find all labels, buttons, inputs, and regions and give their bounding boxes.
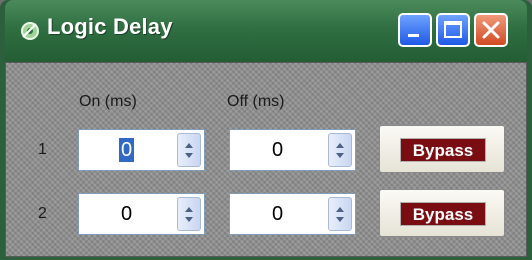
title-bar[interactable]: Logic Delay: [5, 0, 527, 62]
off-delay-input-1[interactable]: 0: [230, 130, 325, 170]
close-button[interactable]: [474, 13, 508, 47]
maximize-button[interactable]: [436, 13, 470, 47]
off-delay-spinbox-2[interactable]: 0: [229, 193, 356, 235]
row-label-2: 2: [38, 205, 47, 222]
off-delay-input-2[interactable]: 0: [230, 194, 325, 234]
down-arrow-icon: [185, 217, 193, 222]
on-delay-spinbox-2[interactable]: 0: [78, 193, 205, 235]
down-arrow-icon: [336, 153, 344, 158]
up-arrow-icon: [185, 207, 193, 212]
up-arrow-icon: [185, 143, 193, 148]
on-ms-header: On (ms): [79, 93, 137, 110]
minimize-button[interactable]: [398, 13, 432, 47]
off-ms-header: Off (ms): [227, 93, 285, 110]
dialog-body: On (ms) Off (ms) 1 0 0 Bypass 2 0 0 Bypa…: [5, 62, 527, 257]
gear-icon[interactable]: [19, 20, 41, 42]
close-icon: [482, 21, 500, 39]
down-arrow-icon: [185, 153, 193, 158]
up-arrow-icon: [336, 143, 344, 148]
maximize-icon: [444, 21, 462, 38]
bypass-button-2[interactable]: Bypass: [379, 189, 505, 237]
on-delay-input-2[interactable]: 0: [79, 194, 174, 234]
spin-up-down-button[interactable]: [328, 133, 352, 167]
off-delay-spinbox-1[interactable]: 0: [229, 129, 356, 171]
row-label-1: 1: [38, 141, 47, 158]
spin-up-down-button[interactable]: [328, 197, 352, 231]
on-delay-spinbox-1[interactable]: 0: [78, 129, 205, 171]
on-delay-input-1[interactable]: 0: [79, 130, 174, 170]
window-title: Logic Delay: [47, 14, 173, 39]
spin-up-down-button[interactable]: [177, 133, 201, 167]
bypass-label-2: Bypass: [400, 202, 486, 226]
minimize-icon: [408, 34, 419, 37]
logic-delay-window: Logic Delay On (ms) Off (ms) 1 0 0 Bypas…: [0, 0, 532, 260]
bypass-label-1: Bypass: [400, 138, 486, 162]
up-arrow-icon: [336, 207, 344, 212]
down-arrow-icon: [336, 217, 344, 222]
bypass-button-1[interactable]: Bypass: [379, 125, 505, 173]
spin-up-down-button[interactable]: [177, 197, 201, 231]
